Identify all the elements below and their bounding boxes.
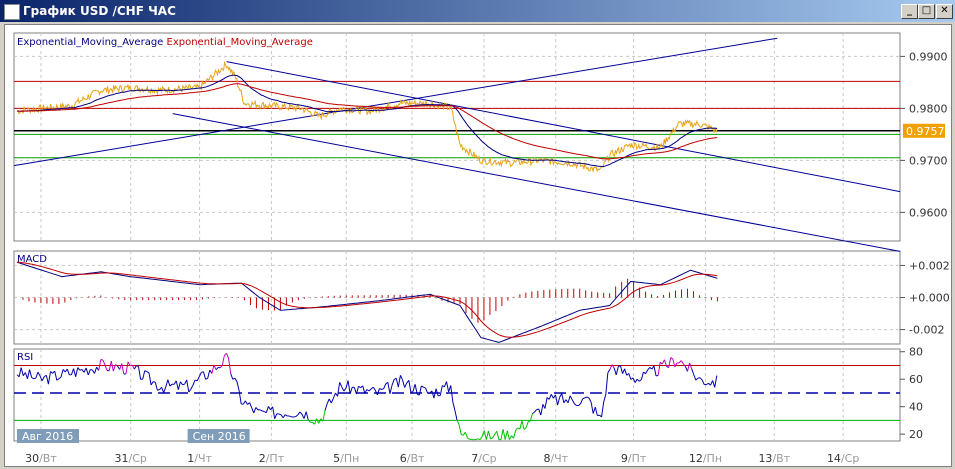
rsi-tick-label: 60 [909, 373, 923, 386]
x-tick-label: 5/Пн [333, 452, 359, 465]
price-tick-label: 0.9600 [909, 206, 948, 219]
month-label: Сен 2016 [193, 430, 246, 443]
x-tick-label: 7/Ср [471, 452, 496, 465]
macd-tick-label: +0.002 [909, 259, 950, 272]
window-title: График USD /CHF ЧАС [23, 4, 176, 18]
x-tick-label: 9/Пт [621, 452, 647, 465]
x-tick-label: 8/Чт [543, 452, 568, 465]
month-label: Авг 2016 [22, 430, 73, 443]
rsi-line-segment [261, 410, 265, 413]
price-tick-label: 0.9700 [909, 154, 948, 167]
panel-price [13, 32, 901, 242]
minimize-button[interactable]: _ [901, 4, 918, 19]
rsi-line-segment [157, 389, 160, 391]
price-tick-label: 0.9900 [909, 50, 948, 63]
chart-icon [4, 4, 20, 20]
x-tick-label: 2/Пт [259, 452, 285, 465]
x-tick-label: 1/Чт [187, 452, 212, 465]
macd-tick-label: +0.000 [909, 292, 950, 305]
x-tick-label: 30/Вт [25, 452, 57, 465]
rsi-line-segment [100, 358, 104, 361]
rsi-title: RSI [17, 352, 33, 363]
chart-svg[interactable]: 30/Вт 31/Ср 1/Чт 2/Пт 5/Пн 6/Вт 7/Ср 8/Чт 9/Пт 12… [5, 25, 951, 466]
ema-legend: Exponential_Moving_Average Exponential_M… [17, 37, 313, 48]
rsi-line-segment [153, 381, 156, 383]
macd-tick-label: -0.002 [909, 324, 944, 337]
x-tick-label: 14/Ср [827, 452, 859, 465]
rsi-line-segment [528, 420, 531, 423]
window-titlebar: График USD /CHF ЧАС _ □ ✕ [0, 0, 955, 22]
rsi-line-segment [182, 383, 185, 386]
x-tick-label: 31/Ср [115, 452, 147, 465]
panel-rsi [13, 348, 901, 442]
current-price-label: 0.9757 [906, 125, 945, 138]
chart-area[interactable]: 30/Вт 31/Ср 1/Чт 2/Пт 5/Пн 6/Вт 7/Ср 8/Чт 9/Пт 12… [4, 24, 952, 467]
maximize-button[interactable]: □ [918, 4, 935, 19]
price-tick-label: 0.9800 [909, 102, 948, 115]
rsi-tick-label: 40 [909, 401, 923, 414]
x-tick-label: 12/Пн [689, 452, 722, 465]
rsi-tick-label: 80 [909, 346, 923, 359]
rsi-tick-label: 20 [909, 428, 923, 441]
close-button[interactable]: ✕ [936, 4, 953, 19]
x-tick-label: 6/Вт [400, 452, 425, 465]
rsi-line-segment [278, 413, 282, 416]
x-tick-label: 13/Вт [758, 452, 790, 465]
